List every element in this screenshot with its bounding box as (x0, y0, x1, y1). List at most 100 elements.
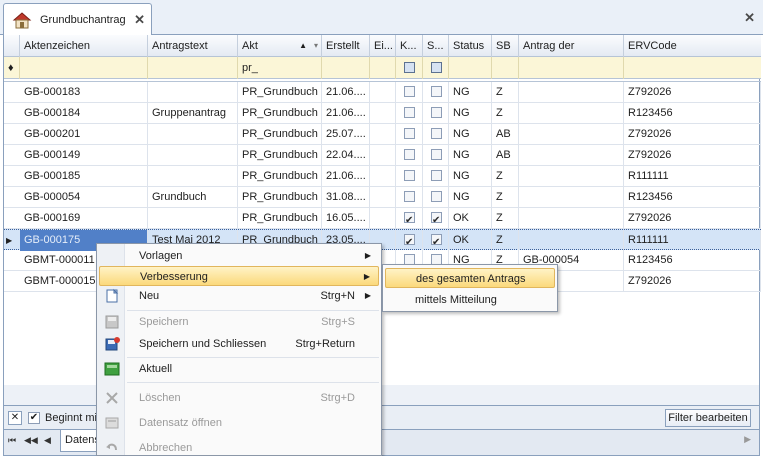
cell-status[interactable]: NG (449, 145, 492, 166)
filter-antragstext[interactable] (148, 57, 238, 79)
cell-antragstext[interactable] (148, 166, 238, 187)
filter-status[interactable] (449, 57, 492, 79)
cell-s[interactable] (423, 82, 449, 103)
column-header-aktenzeichen[interactable]: Aktenzeichen (20, 35, 148, 57)
cell-aktenzeichen[interactable]: GB-000184 (20, 103, 148, 124)
filter-checkbox-k[interactable] (404, 61, 415, 73)
row-checkbox[interactable] (431, 232, 442, 251)
cell-antrag-der[interactable] (519, 230, 624, 251)
table-row[interactable]: GB-000184 Gruppenantrag PR_Grundbuch 21.06.… (4, 103, 761, 124)
cell-erstellt[interactable]: 21.06.... (322, 166, 370, 187)
cell-ei[interactable] (370, 103, 396, 124)
filter-funnel-icon[interactable]: ▾ (314, 35, 318, 57)
column-header-k[interactable]: K... (396, 35, 423, 57)
column-header-antrag-der[interactable]: Antrag der (519, 35, 624, 57)
cell-erstellt[interactable]: 25.07.... (322, 124, 370, 145)
table-row[interactable]: GB-000201 PR_Grundbuch 25.07.... NG AB Z79202… (4, 124, 761, 145)
menu-item-neu[interactable]: Neu Strg+N ▶ (99, 286, 379, 306)
filter-ervcode[interactable] (624, 57, 761, 79)
cell-status[interactable]: OK (449, 230, 492, 251)
cell-akt[interactable]: PR_Grundbuch (238, 187, 322, 208)
cell-status[interactable]: NG (449, 166, 492, 187)
scroll-right-icon[interactable]: ▶ (744, 434, 751, 445)
tab-grundbuchantrag[interactable]: Grundbuchantrag ✕ (3, 3, 152, 36)
filter-sb[interactable] (492, 57, 519, 79)
menu-item-speichern-und-schliessen[interactable]: Speichern und Schliessen Strg+Return (99, 334, 379, 354)
row-checkbox[interactable] (404, 190, 415, 202)
row-checkbox[interactable] (404, 106, 415, 118)
cell-aktenzeichen[interactable]: GB-000169 (20, 208, 148, 229)
cell-k[interactable] (396, 103, 423, 124)
row-checkbox[interactable] (431, 148, 442, 160)
cell-akt[interactable]: PR_Grundbuch (238, 103, 322, 124)
column-header-sb[interactable]: SB (492, 35, 519, 57)
filter-k[interactable] (396, 57, 423, 79)
cell-erstellt[interactable]: 31.08.... (322, 187, 370, 208)
cell-ervcode[interactable]: Z792026 (624, 145, 761, 166)
cell-antrag-der[interactable] (519, 145, 624, 166)
cell-ervcode[interactable]: Z792026 (624, 271, 761, 292)
menu-item-datensatz-oeffnen[interactable]: Datensatz öffnen (99, 413, 379, 433)
column-header-erstellt[interactable]: Erstellt (322, 35, 370, 57)
menu-item-loeschen[interactable]: Löschen Strg+D (99, 388, 379, 408)
cell-akt[interactable]: PR_Grundbuch (238, 145, 322, 166)
first-record-icon[interactable]: ⏮ (8, 435, 16, 446)
cell-s[interactable] (423, 208, 449, 229)
cell-antragstext[interactable] (148, 208, 238, 229)
row-checkbox[interactable] (404, 253, 415, 265)
cell-k[interactable] (396, 208, 423, 229)
cell-ervcode[interactable]: R123456 (624, 250, 761, 271)
cell-antragstext[interactable] (148, 82, 238, 103)
cell-ei[interactable] (370, 208, 396, 229)
cell-status[interactable]: NG (449, 187, 492, 208)
cell-akt[interactable]: PR_Grundbuch (238, 82, 322, 103)
cell-k[interactable] (396, 124, 423, 145)
cell-antrag-der[interactable] (519, 208, 624, 229)
cell-s[interactable] (423, 103, 449, 124)
menu-item-abbrechen[interactable]: Abbrechen (99, 438, 379, 456)
cell-s[interactable] (423, 145, 449, 166)
cell-k[interactable] (396, 82, 423, 103)
cell-s[interactable] (423, 230, 449, 251)
cell-ei[interactable] (370, 187, 396, 208)
cell-aktenzeichen[interactable]: GB-000054 (20, 187, 148, 208)
filter-akt[interactable]: pr_ (238, 57, 322, 79)
cell-s[interactable] (423, 187, 449, 208)
cell-antragstext[interactable]: Grundbuch (148, 187, 238, 208)
cell-ervcode[interactable]: Z792026 (624, 208, 761, 229)
filter-erstellt[interactable] (322, 57, 370, 79)
cell-antragstext[interactable] (148, 124, 238, 145)
column-header-ervcode[interactable]: ERVCode (624, 35, 761, 57)
cell-k[interactable] (396, 187, 423, 208)
filter-aktenzeichen[interactable] (20, 57, 148, 79)
filter-ei[interactable] (370, 57, 396, 79)
cell-k[interactable] (396, 166, 423, 187)
cell-sb[interactable]: Z (492, 82, 519, 103)
tab-close-icon[interactable]: ✕ (134, 12, 145, 28)
cell-akt[interactable]: PR_Grundbuch (238, 166, 322, 187)
menu-item-speichern[interactable]: Speichern Strg+S (99, 312, 379, 332)
prev-page-icon[interactable]: ◀◀ (24, 435, 38, 446)
row-checkbox[interactable] (404, 85, 415, 97)
cell-k[interactable] (396, 230, 423, 251)
table-row[interactable]: GB-000185 PR_Grundbuch 21.06.... NG Z R111111 (4, 166, 761, 187)
cell-sb[interactable]: Z (492, 103, 519, 124)
row-checkbox[interactable] (404, 169, 415, 181)
cell-aktenzeichen[interactable]: GB-000183 (20, 82, 148, 103)
cell-ei[interactable] (370, 166, 396, 187)
cell-s[interactable] (423, 124, 449, 145)
filter-checkbox-s[interactable] (431, 61, 442, 73)
edit-filter-button[interactable]: Filter bearbeiten (665, 409, 751, 427)
cell-status[interactable]: NG (449, 124, 492, 145)
cell-sb[interactable]: Z (492, 208, 519, 229)
menu-item-aktuell[interactable]: Aktuell (99, 359, 379, 379)
row-checkbox[interactable] (404, 232, 415, 251)
cell-status[interactable]: NG (449, 103, 492, 124)
cell-antragstext[interactable]: Gruppenantrag (148, 103, 238, 124)
cell-ervcode[interactable]: R123456 (624, 187, 761, 208)
cell-sb[interactable]: Z (492, 187, 519, 208)
table-row[interactable]: GB-000149 PR_Grundbuch 22.04.... NG AB Z79202… (4, 145, 761, 166)
column-header-status[interactable]: Status (449, 35, 492, 57)
column-header-akt[interactable]: Akt ▲ ▾ (238, 35, 322, 57)
cell-ei[interactable] (370, 124, 396, 145)
